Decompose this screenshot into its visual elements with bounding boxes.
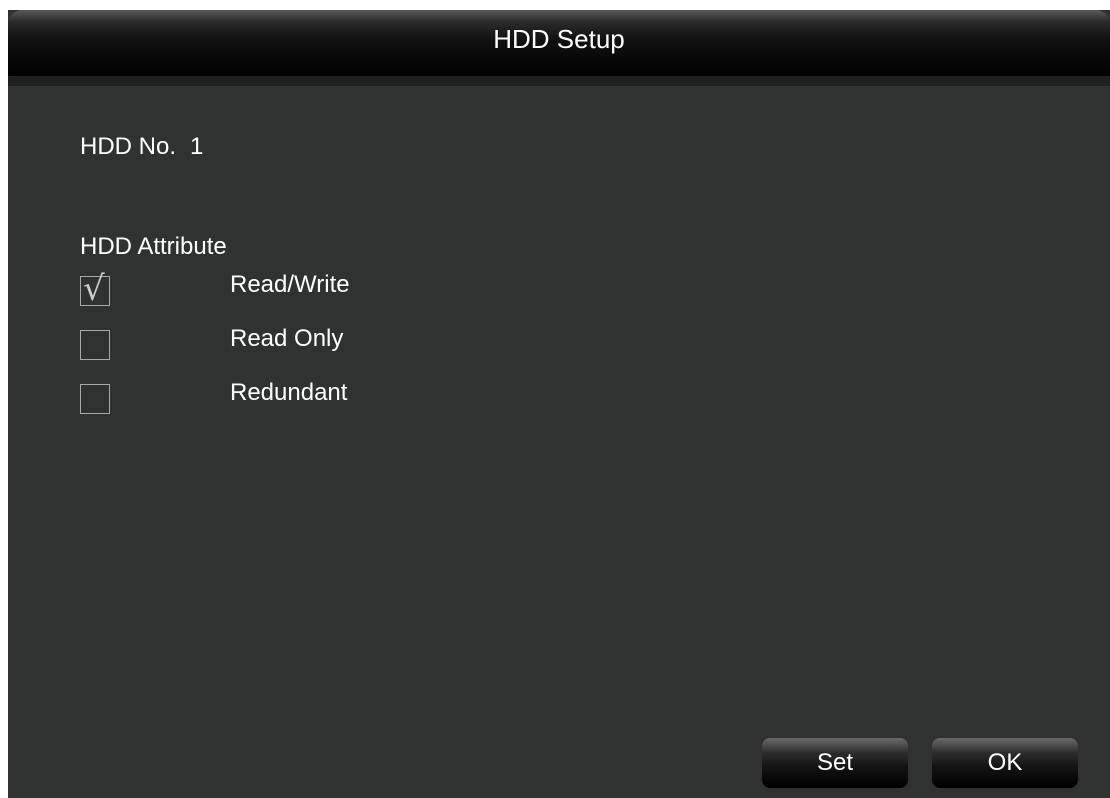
hdd-number-label: HDD No. xyxy=(80,133,177,160)
ok-button[interactable]: OK xyxy=(932,738,1078,788)
hdd-number-value: 1 xyxy=(190,133,204,160)
hdd-attribute-heading: HDD Attribute xyxy=(80,233,227,260)
redundant-checkbox[interactable] xyxy=(80,384,110,414)
title-bar: HDD Setup xyxy=(8,10,1110,76)
read-write-label: Read/Write xyxy=(230,271,350,298)
read-only-checkbox[interactable] xyxy=(80,330,110,360)
read-write-checkbox[interactable]: √ xyxy=(80,271,110,307)
checkmark-icon: √ xyxy=(83,269,105,309)
read-only-label: Read Only xyxy=(230,325,344,352)
dialog-title: HDD Setup xyxy=(493,24,625,54)
set-button[interactable]: Set xyxy=(762,738,908,788)
hdd-number-row: HDD No. 1 xyxy=(80,132,203,162)
redundant-label: Redundant xyxy=(230,379,348,406)
hdd-setup-dialog: HDD Setup HDD No. 1 HDD Attribute √ Read/… xyxy=(8,10,1110,798)
title-divider xyxy=(8,76,1110,86)
